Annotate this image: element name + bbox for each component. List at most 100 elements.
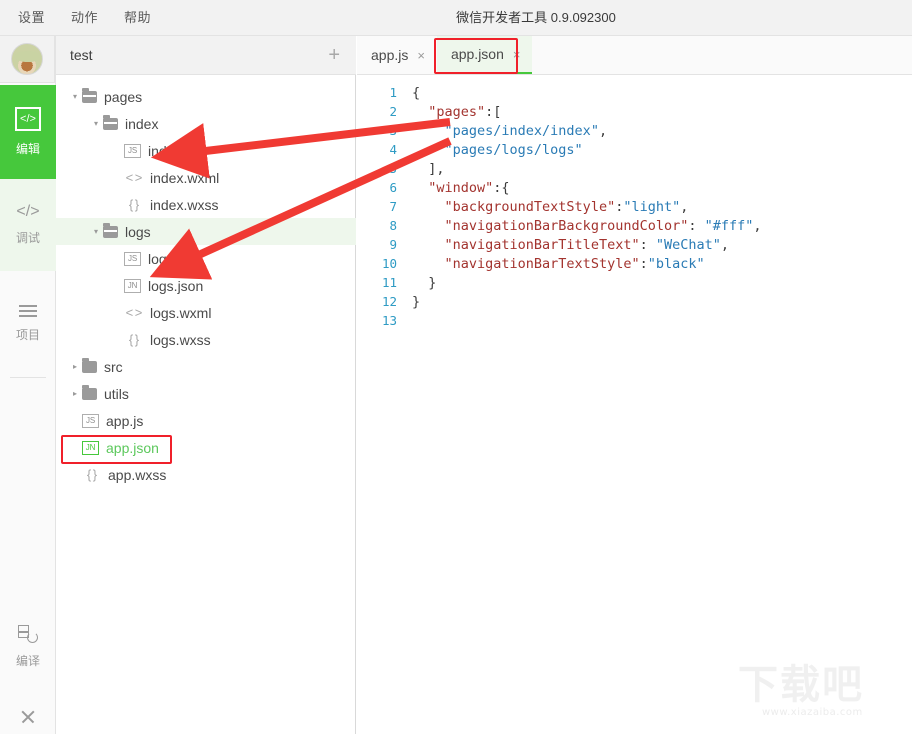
tree-spacer: ▾ xyxy=(110,200,124,209)
rail-item-debug[interactable]: </> 调试 xyxy=(0,179,56,271)
chevron-down-icon[interactable]: ▾ xyxy=(89,227,103,236)
tree-spacer: ▾ xyxy=(110,254,124,263)
rail-item-debug-label: 调试 xyxy=(15,231,40,245)
file-tree[interactable]: ▾pages▾index▾JSindex.js▾< >index.wxml▾{ … xyxy=(56,75,356,734)
tree-item-utils[interactable]: ▸ utils xyxy=(56,380,356,407)
code-line[interactable]: 10 "navigationBarTextStyle":"black" xyxy=(357,254,912,273)
tab-label: app.js xyxy=(371,47,409,63)
code-line[interactable]: 4 "pages/logs/logs" xyxy=(357,140,912,159)
avatar-container[interactable] xyxy=(0,36,55,83)
tab-app-js[interactable]: app.js × xyxy=(357,36,437,74)
line-number: 6 xyxy=(389,180,397,195)
folder-icon xyxy=(82,384,97,400)
tree-item-pages[interactable]: ▾ pages xyxy=(56,83,356,110)
code-line-text: "navigationBarTitleText": "WeChat", xyxy=(444,236,730,253)
hamburger-icon xyxy=(19,305,37,317)
code-line-text: "pages/index/index", xyxy=(444,122,608,139)
tree-spacer: ▾ xyxy=(68,416,82,425)
line-number: 5 xyxy=(389,161,397,176)
code-line[interactable]: 2 "pages":[ xyxy=(357,102,912,121)
rail-item-project[interactable]: 项目 xyxy=(0,279,56,369)
rail-item-edit-label: 编辑 xyxy=(15,142,40,156)
code-line[interactable]: 5 ], xyxy=(357,159,912,178)
add-file-button[interactable]: + xyxy=(328,45,340,65)
code-line-text: "window":{ xyxy=(428,179,510,196)
line-number: 11 xyxy=(381,275,397,290)
code-content[interactable]: 1{2 "pages":[3 "pages/index/index", 4 "pa… xyxy=(357,75,912,734)
code-line-text: "navigationBarTextStyle":"black" xyxy=(444,255,705,272)
menu-item-actions[interactable]: 动作 xyxy=(71,0,98,36)
chevron-down-icon[interactable]: ▾ xyxy=(68,92,82,101)
line-number: 3 xyxy=(389,123,397,138)
tree-item-logs-wxml[interactable]: ▾< > logs.wxml xyxy=(56,299,356,326)
tree-item-label: app.js xyxy=(106,412,144,429)
line-number: 8 xyxy=(389,218,397,233)
code-line-text: "pages/logs/logs" xyxy=(444,141,583,158)
menu-item-help[interactable]: 帮助 xyxy=(124,0,151,36)
code-line-text: { xyxy=(412,84,421,101)
wxss-file-icon: { } xyxy=(128,332,139,347)
chevron-right-icon[interactable]: ▸ xyxy=(68,389,82,398)
code-line[interactable]: 7 "backgroundTextStyle":"light", xyxy=(357,197,912,216)
chevron-right-icon[interactable]: ▸ xyxy=(68,362,82,371)
line-number: 2 xyxy=(389,104,397,119)
tree-item-logs-json[interactable]: ▾JN logs.json xyxy=(56,272,356,299)
code-line[interactable]: 8 "navigationBarBackgroundColor": "#fff"… xyxy=(357,216,912,235)
tree-item-label: logs.wxml xyxy=(150,304,212,321)
tab-close-icon[interactable]: × xyxy=(513,48,521,61)
tree-item-logs[interactable]: ▾ logs xyxy=(56,218,356,245)
rail-item-edit[interactable]: </> 编辑 xyxy=(0,85,56,179)
code-line[interactable]: 1{ xyxy=(357,83,912,102)
tree-item-label: logs.json xyxy=(148,277,204,294)
project-name: test xyxy=(70,47,93,63)
avatar[interactable] xyxy=(11,43,43,75)
code-line[interactable]: 11 } xyxy=(357,273,912,292)
tree-item-app-json[interactable]: ▾JN app.json xyxy=(56,434,356,461)
line-number: 7 xyxy=(389,199,397,214)
js-file-icon: JS xyxy=(124,251,141,266)
title-bar: 微信开发者工具 0.9.092300 设置 动作 帮助 xyxy=(0,0,912,36)
code-line-text: ], xyxy=(412,160,445,177)
tree-item-label: index.wxml xyxy=(150,169,220,186)
menu-bar: 设置 动作 帮助 xyxy=(18,0,151,36)
tree-item-index-wxml[interactable]: ▾< > index.wxml xyxy=(56,164,356,191)
wechat-devtools-window: 微信开发者工具 0.9.092300 设置 动作 帮助 </> 编辑 </> 调… xyxy=(0,0,912,734)
code-line[interactable]: 6 "window":{ xyxy=(357,178,912,197)
chevron-down-icon[interactable]: ▾ xyxy=(89,119,103,128)
tree-item-app-wxss[interactable]: ▾ { } app.wxss xyxy=(56,461,356,488)
rail-item-project-label: 项目 xyxy=(15,328,40,342)
rail-item-close[interactable]: 关闭 xyxy=(0,701,56,734)
tree-item-logs-js[interactable]: ▾JS logs.js xyxy=(56,245,356,272)
tree-item-index-js[interactable]: ▾JS index.js xyxy=(56,137,356,164)
code-line[interactable]: 9 "navigationBarTitleText": "WeChat", xyxy=(357,235,912,254)
wxss-file-icon: { } xyxy=(128,197,139,212)
code-brackets-icon: </> xyxy=(16,203,40,220)
code-line-text: } xyxy=(412,274,437,291)
tree-item-logs-wxss[interactable]: ▾ { } logs.wxss xyxy=(56,326,356,353)
code-brackets-icon: </> xyxy=(15,107,41,131)
tree-item-index[interactable]: ▾ index xyxy=(56,110,356,137)
folder-open-icon xyxy=(103,222,118,238)
tree-item-src[interactable]: ▸ src xyxy=(56,353,356,380)
tree-spacer: ▾ xyxy=(110,308,124,317)
code-line[interactable]: 13 xyxy=(357,311,912,330)
close-x-icon xyxy=(20,709,36,725)
menu-item-settings[interactable]: 设置 xyxy=(18,0,45,36)
code-line[interactable]: 3 "pages/index/index", xyxy=(357,121,912,140)
tab-app-json[interactable]: app.json × xyxy=(436,36,533,74)
code-line[interactable]: 12} xyxy=(357,292,912,311)
tree-item-index-wxss[interactable]: ▾ { } index.wxss xyxy=(56,191,356,218)
wxml-file-icon: < > xyxy=(125,305,143,320)
rail-divider-1 xyxy=(10,377,46,378)
editor-tab-bar[interactable]: app.js × app.json × xyxy=(357,36,912,75)
js-file-icon: JS xyxy=(124,143,141,158)
tree-item-app-js[interactable]: ▾JS app.js xyxy=(56,407,356,434)
rail-item-compile[interactable]: 编译 xyxy=(0,616,56,678)
tree-item-label: app.json xyxy=(106,439,159,456)
project-header: test + xyxy=(56,36,356,75)
tree-item-label: src xyxy=(104,358,123,375)
tree-spacer: ▾ xyxy=(110,173,124,182)
tab-close-icon[interactable]: × xyxy=(417,49,425,62)
activity-rail: </> 编辑 </> 调试 项目 编译 关闭 xyxy=(0,36,56,734)
tree-item-label: logs.wxss xyxy=(150,331,211,348)
